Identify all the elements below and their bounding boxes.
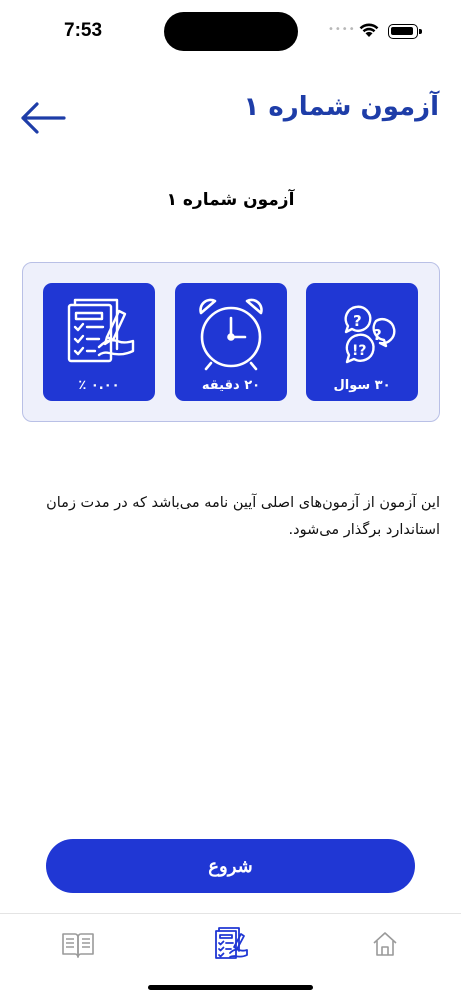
alarm-clock-icon <box>199 298 263 371</box>
questions-label: ۳۰ سوال <box>333 378 391 393</box>
quiz-description: این آزمون از آزمون‌های اصلی آیین نامه می… <box>46 495 440 538</box>
battery-tip <box>419 29 422 34</box>
battery-icon <box>388 24 418 39</box>
checklist-icon <box>67 298 135 363</box>
wifi-icon <box>359 23 379 37</box>
tab-book[interactable] <box>48 926 108 962</box>
back-button[interactable] <box>18 97 68 139</box>
score-label: ۰.۰۰ ٪ <box>78 378 120 393</box>
svg-text:?: ? <box>373 326 382 344</box>
svg-text:?: ? <box>353 312 362 330</box>
book-icon <box>62 933 94 958</box>
page-title: آزمون شماره ۱ <box>243 92 439 122</box>
tab-home[interactable] <box>355 926 415 962</box>
tab-exam[interactable] <box>200 926 260 962</box>
dynamic-island <box>164 12 298 51</box>
svg-text:!?: !? <box>352 343 367 359</box>
duration-tile: ۲۰ دقیقه <box>175 283 287 401</box>
quiz-name: آزمون شماره ۱ <box>166 190 295 210</box>
home-indicator <box>148 985 313 990</box>
question-bubbles-icon: ? ? !? <box>344 305 396 364</box>
arrow-left-icon <box>21 102 66 134</box>
exam-icon <box>215 927 248 959</box>
score-tile: ۰.۰۰ ٪ <box>43 283 155 401</box>
questions-tile: ? ? !? ۳۰ سوال <box>306 283 418 401</box>
cellular-signal-icon: •••• <box>328 24 356 35</box>
status-time: 7:53 <box>64 20 103 41</box>
duration-label: ۲۰ دقیقه <box>201 378 261 393</box>
home-icon <box>373 932 397 956</box>
status-bar: 7:53 •••• <box>0 0 461 60</box>
start-button[interactable]: شروع <box>46 839 415 893</box>
